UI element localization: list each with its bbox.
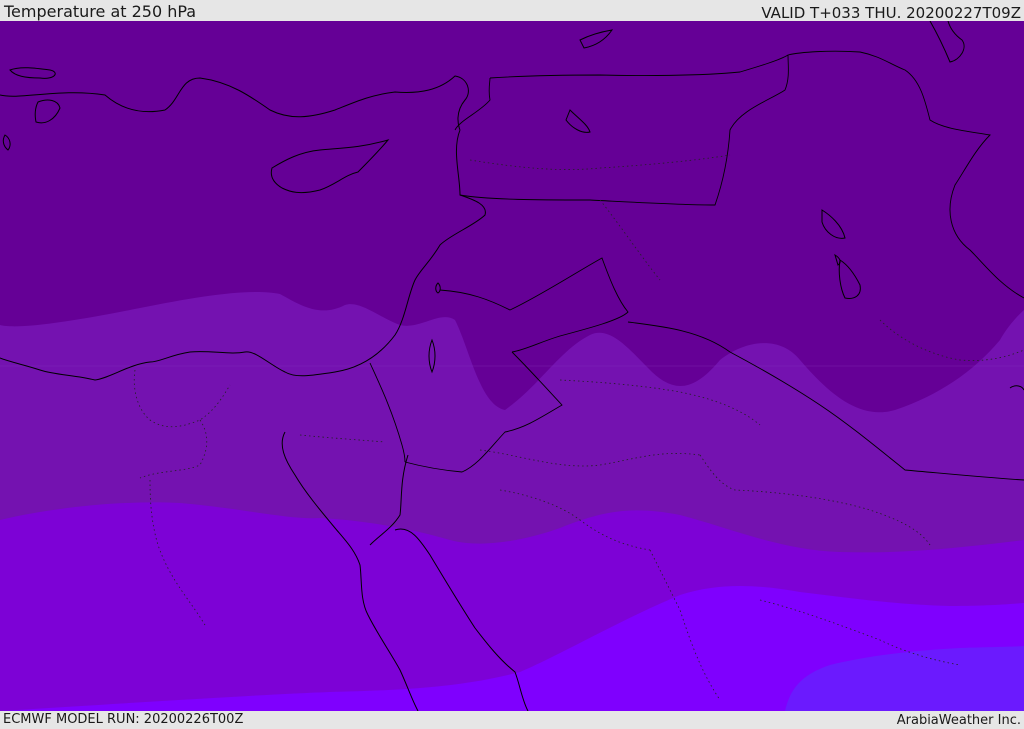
map-viewer: Temperature at 250 hPa VALID T+033 THU. … (0, 0, 1024, 729)
header-bar: Temperature at 250 hPa VALID T+033 THU. … (0, 0, 1024, 22)
map-title: Temperature at 250 hPa (4, 2, 197, 21)
valid-time: VALID T+033 THU. 20200227T09Z (761, 4, 1021, 22)
temperature-map (0, 21, 1024, 711)
model-run: ECMWF MODEL RUN: 20200226T00Z (3, 712, 244, 727)
footer-bar: ECMWF MODEL RUN: 20200226T00Z ArabiaWeat… (0, 711, 1024, 729)
credit-text: ArabiaWeather Inc. (896, 713, 1021, 728)
